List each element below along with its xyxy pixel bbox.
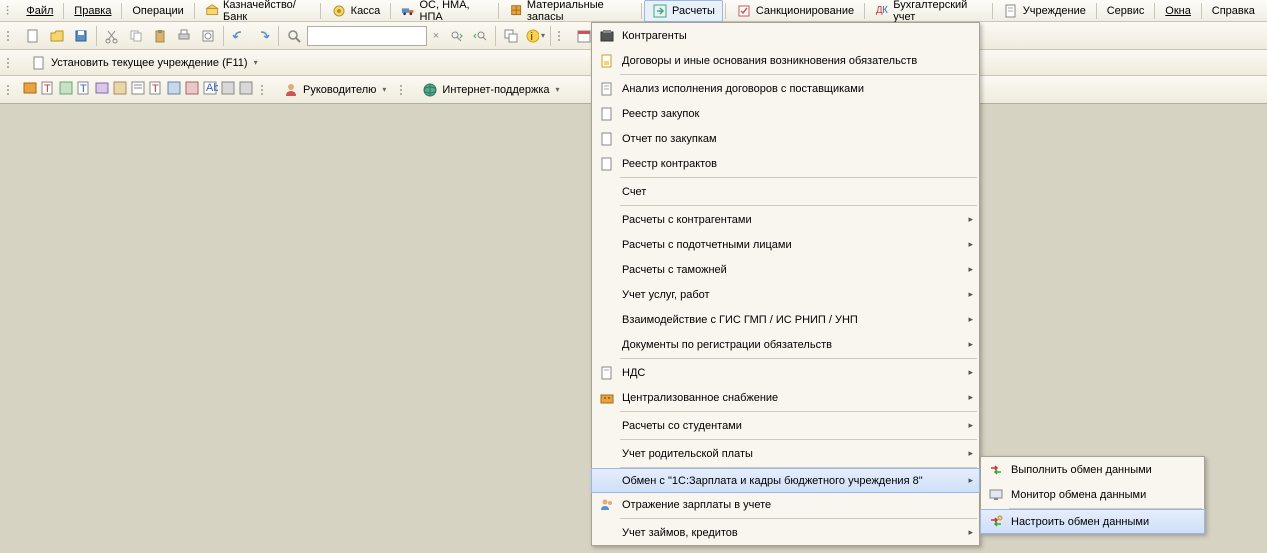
copy-button[interactable] bbox=[125, 25, 147, 47]
submenu-configure-exchange[interactable]: Настроить обмен данными bbox=[980, 509, 1205, 534]
find-next-button[interactable] bbox=[445, 25, 467, 47]
grip-icon bbox=[4, 82, 20, 98]
menu-treasury[interactable]: Казначейство/Банк bbox=[197, 0, 318, 26]
preview-button[interactable] bbox=[197, 25, 219, 47]
dk-icon: ДК bbox=[875, 3, 889, 19]
nav-btn-9[interactable] bbox=[166, 80, 182, 99]
menu-item-accountable-settlements[interactable]: Расчеты с подотчетными лицами bbox=[592, 232, 979, 257]
nav-btn-5[interactable] bbox=[94, 80, 110, 99]
help-button[interactable]: i▾ bbox=[524, 25, 546, 47]
menu-item-contragents[interactable]: Контрагенты bbox=[592, 23, 979, 48]
menu-os[interactable]: ОС, НМА, НПА bbox=[393, 0, 495, 26]
menu-item-students[interactable]: Расчеты со студентами bbox=[592, 413, 979, 438]
menu-item-contragent-settlements[interactable]: Расчеты с контрагентами bbox=[592, 207, 979, 232]
menu-item-contract-analysis[interactable]: Анализ исполнения договоров с поставщика… bbox=[592, 76, 979, 101]
menu-item-services[interactable]: Учет услуг, работ bbox=[592, 282, 979, 307]
search-input[interactable] bbox=[307, 26, 427, 46]
svg-text:i: i bbox=[531, 31, 533, 43]
grip-icon bbox=[397, 82, 413, 98]
arrow-in-icon bbox=[652, 3, 668, 19]
person-icon bbox=[283, 82, 299, 98]
cut-button[interactable] bbox=[101, 25, 123, 47]
menu-windows[interactable]: Окна bbox=[1157, 2, 1199, 20]
grip-icon bbox=[258, 82, 274, 98]
menu-calc[interactable]: Расчеты bbox=[644, 0, 723, 22]
menu-edit[interactable]: Правка bbox=[66, 2, 119, 20]
menu-service[interactable]: Сервис bbox=[1099, 2, 1153, 20]
bank-icon bbox=[205, 3, 219, 19]
exchange-submenu: Выполнить обмен данными Монитор обмена д… bbox=[980, 456, 1205, 534]
redo-button[interactable] bbox=[252, 25, 274, 47]
find-prev-button[interactable] bbox=[469, 25, 491, 47]
menu-item-contracts-registry[interactable]: Реестр контрактов bbox=[592, 151, 979, 176]
menu-item-gis[interactable]: Взаимодействие с ГИС ГМП / ИС РНИП / УНП bbox=[592, 307, 979, 332]
submenu-exchange-monitor[interactable]: Монитор обмена данными bbox=[981, 482, 1204, 507]
find-button[interactable] bbox=[283, 25, 305, 47]
nav-btn-2[interactable]: T bbox=[40, 80, 56, 99]
nav-btn-3[interactable] bbox=[58, 80, 74, 99]
menu-item-purchase-registry[interactable]: Реестр закупок bbox=[592, 101, 979, 126]
svg-text:T: T bbox=[44, 83, 51, 95]
cash-icon bbox=[331, 3, 347, 19]
menu-item-invoice[interactable]: Счет bbox=[592, 179, 979, 204]
menu-item-loans[interactable]: Учет займов, кредитов bbox=[592, 520, 979, 545]
svg-text:T: T bbox=[80, 83, 87, 95]
menu-item-parent-fees[interactable]: Учет родительской платы bbox=[592, 441, 979, 466]
stock-icon bbox=[509, 3, 523, 19]
main-menubar: Файл Правка Операции Казначейство/Банк К… bbox=[0, 0, 1267, 22]
menu-item-purchase-report[interactable]: Отчет по закупкам bbox=[592, 126, 979, 151]
menu-item-exchange-1c[interactable]: Обмен с "1С:Зарплата и кадры бюджетного … bbox=[591, 468, 980, 493]
grip-icon bbox=[4, 3, 18, 19]
new-doc-button[interactable] bbox=[22, 25, 44, 47]
menu-sanction[interactable]: Санкционирование bbox=[728, 0, 862, 22]
undo-button[interactable] bbox=[228, 25, 250, 47]
globe-icon bbox=[422, 82, 438, 98]
sanction-icon bbox=[736, 3, 752, 19]
menu-item-contracts[interactable]: Договоры и иные основания возникновения … bbox=[592, 48, 979, 73]
set-institution-button[interactable]: Установить текущее учреждение (F11) ▾ bbox=[24, 52, 265, 74]
menu-item-salary-reflection[interactable]: Отражение зарплаты в учете bbox=[592, 492, 979, 517]
nav-btn-7[interactable] bbox=[130, 80, 146, 99]
menu-item-customs-settlements[interactable]: Расчеты с таможней bbox=[592, 257, 979, 282]
truck-icon bbox=[401, 3, 415, 19]
nav-btn-11[interactable]: Ab bbox=[202, 80, 218, 99]
nav-btn-12[interactable] bbox=[220, 80, 236, 99]
svg-text:Ab: Ab bbox=[206, 82, 218, 94]
paste-button[interactable] bbox=[149, 25, 171, 47]
nav-btn-10[interactable] bbox=[184, 80, 200, 99]
nav-btn-13[interactable] bbox=[238, 80, 254, 99]
print-button[interactable] bbox=[173, 25, 195, 47]
submenu-execute-exchange[interactable]: Выполнить обмен данными bbox=[981, 457, 1204, 482]
manager-button[interactable]: Руководителю▾ bbox=[276, 79, 393, 101]
search-clear-button[interactable]: × bbox=[429, 25, 443, 47]
menu-item-obligation-docs[interactable]: Документы по регистрации обязательств bbox=[592, 332, 979, 357]
nav-btn-8[interactable]: T bbox=[148, 80, 164, 99]
save-button[interactable] bbox=[70, 25, 92, 47]
menu-operations[interactable]: Операции bbox=[124, 2, 191, 20]
menu-item-centralized[interactable]: Централизованное снабжение bbox=[592, 385, 979, 410]
svg-text:К: К bbox=[882, 4, 888, 15]
menu-institution[interactable]: Учреждение bbox=[995, 0, 1094, 22]
grip-icon bbox=[4, 55, 20, 71]
grip-icon bbox=[555, 28, 571, 44]
windows-button[interactable] bbox=[500, 25, 522, 47]
menu-file[interactable]: Файл bbox=[18, 2, 61, 20]
doc-icon bbox=[31, 55, 47, 71]
doc-icon bbox=[1003, 3, 1019, 19]
svg-text:T: T bbox=[152, 83, 159, 95]
menu-item-vat[interactable]: НДС bbox=[592, 360, 979, 385]
nav-btn-6[interactable] bbox=[112, 80, 128, 99]
menu-help[interactable]: Справка bbox=[1204, 2, 1263, 20]
menu-kassa[interactable]: Касса bbox=[323, 0, 389, 22]
grip-icon bbox=[4, 28, 20, 44]
open-button[interactable] bbox=[46, 25, 68, 47]
nav-btn-4[interactable]: T bbox=[76, 80, 92, 99]
nav-btn-1[interactable] bbox=[22, 80, 38, 99]
support-button[interactable]: Интернет-поддержка▾ bbox=[415, 79, 566, 101]
calc-dropdown-menu: Контрагенты Договоры и иные основания во… bbox=[591, 22, 980, 546]
